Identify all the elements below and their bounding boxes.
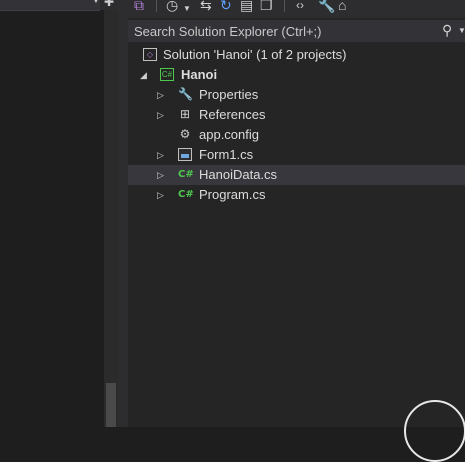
chevron-down-icon[interactable]: ▼ — [92, 0, 100, 5]
tree-item-project[interactable]: ◢ C# Hanoi — [128, 65, 465, 85]
pin-icon[interactable]: ✚ — [104, 0, 114, 9]
toolbar-separator — [156, 0, 157, 12]
collapsed-arrow-icon[interactable]: ▷ — [157, 165, 164, 185]
search-icon[interactable]: ⚲ — [442, 22, 452, 39]
solution-explorer: ⧉ ◷ ▼ ⇆ ↻ ▤ ❐ ‹› 🔧 ⌂ ⚲ ▼ ◇ Solution 'Han… — [128, 0, 465, 427]
preview-icon[interactable]: ⌂ — [338, 0, 346, 12]
cursor-highlight-ring — [404, 400, 465, 462]
sync-icon[interactable]: ⇆ — [200, 0, 212, 12]
scrollbar-track[interactable] — [104, 10, 118, 427]
tree-item-label: Solution 'Hanoi' (1 of 2 projects) — [163, 47, 347, 62]
collapsed-arrow-icon[interactable]: ▷ — [157, 185, 164, 205]
tree-item-label: HanoiData.cs — [199, 167, 278, 182]
switch-views-icon[interactable]: ⧉ — [134, 0, 144, 12]
csharp-file-icon: C# — [178, 169, 194, 180]
chevron-down-icon[interactable]: ▼ — [183, 2, 191, 16]
collapsed-arrow-icon[interactable]: ▷ — [157, 145, 164, 165]
collapsed-arrow-icon[interactable]: ▷ — [157, 85, 164, 105]
show-all-files-icon[interactable]: ❐ — [260, 0, 273, 12]
search-box[interactable]: ⚲ ▼ — [128, 20, 465, 42]
tree-item-program[interactable]: ▷ C# Program.cs — [128, 185, 465, 205]
tree-item-label: Properties — [199, 87, 259, 102]
tree-item-label: Program.cs — [199, 187, 266, 202]
collapse-all-icon[interactable]: ▤ — [240, 0, 253, 12]
config-file-icon: ⚙ — [179, 127, 191, 141]
csharp-project-icon: C# — [160, 68, 174, 81]
tree-item-form1[interactable]: ▷ Form1.cs — [128, 145, 465, 165]
tree-item-properties[interactable]: ▷ 🔧 Properties — [128, 85, 465, 105]
toolbar-separator — [284, 0, 285, 12]
tree-item-hanoidata[interactable]: ▷ C# HanoiData.cs — [128, 165, 465, 185]
history-icon[interactable]: ◷ — [166, 0, 178, 12]
left-panel-dropdown[interactable]: ▼ — [0, 0, 100, 11]
csharp-file-icon: C# — [178, 189, 194, 200]
collapsed-arrow-icon[interactable]: ▷ — [157, 105, 164, 125]
tree-item-label: Hanoi — [181, 67, 218, 82]
wrench-icon[interactable]: 🔧 — [318, 0, 335, 12]
references-icon: ⊞ — [179, 107, 191, 121]
scrollbar-thumb[interactable] — [106, 383, 116, 427]
editor-panel — [0, 0, 118, 427]
search-input[interactable] — [134, 22, 434, 40]
tree-item-solution[interactable]: ◇ Solution 'Hanoi' (1 of 2 projects) — [128, 45, 465, 65]
tree-item-label: References — [199, 107, 266, 122]
panel-splitter[interactable] — [118, 0, 128, 427]
expanded-arrow-icon[interactable]: ◢ — [140, 65, 147, 85]
tree-item-app-config[interactable]: ⚙ app.config — [128, 125, 465, 145]
solution-icon: ◇ — [143, 48, 157, 61]
form-icon — [178, 148, 192, 161]
refresh-icon[interactable]: ↻ — [220, 0, 232, 12]
view-code-icon[interactable]: ‹› — [296, 0, 304, 12]
wrench-icon: 🔧 — [178, 87, 193, 101]
chevron-down-icon[interactable]: ▼ — [458, 26, 465, 35]
tree-item-label: app.config — [199, 127, 259, 142]
tree-item-label: Form1.cs — [199, 147, 254, 162]
tree-item-references[interactable]: ▷ ⊞ References — [128, 105, 465, 125]
solution-explorer-toolbar: ⧉ ◷ ▼ ⇆ ↻ ▤ ❐ ‹› 🔧 ⌂ — [128, 0, 465, 18]
